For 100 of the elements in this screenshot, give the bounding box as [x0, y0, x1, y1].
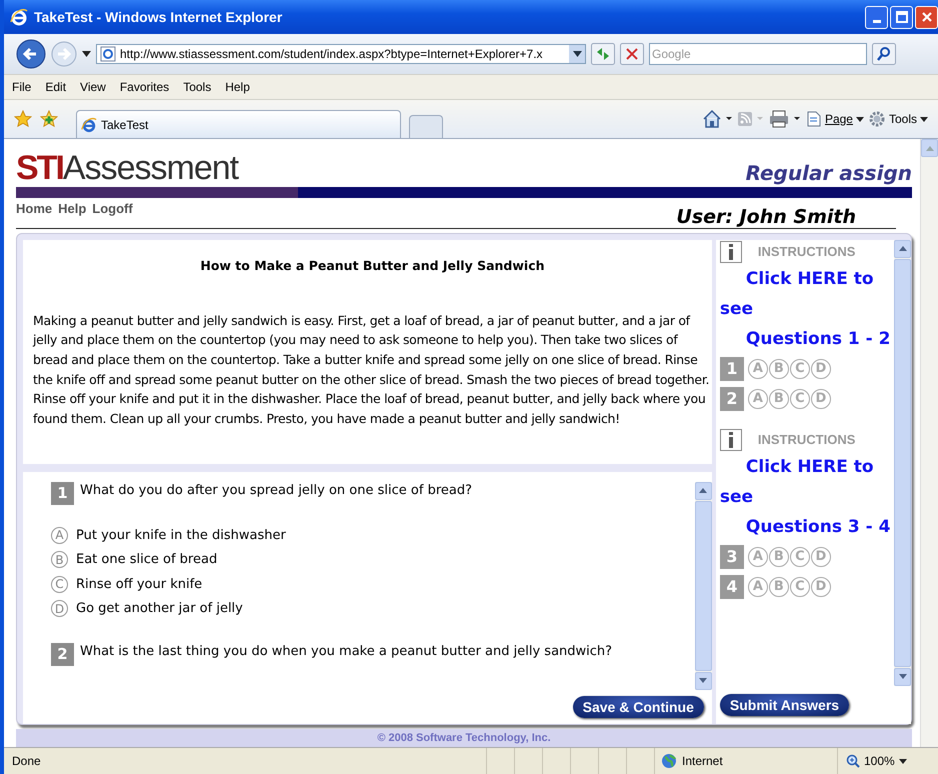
- nav-link[interactable]: Logoff: [92, 200, 133, 216]
- answer-bubble[interactable]: D: [810, 388, 831, 409]
- logo: STIAssessment: [16, 150, 238, 185]
- search-field[interactable]: Google: [649, 43, 867, 65]
- answer-bubble[interactable]: C: [790, 576, 810, 597]
- scroll-down-icon[interactable]: [699, 678, 708, 684]
- maximize-button[interactable]: [890, 6, 913, 28]
- answer-bubble[interactable]: B: [768, 546, 789, 567]
- question-number[interactable]: 2: [720, 386, 744, 411]
- answer-bubble[interactable]: A: [51, 526, 68, 544]
- questions-link[interactable]: Click HERE to see: [720, 264, 894, 324]
- zone-text: Internet: [682, 754, 723, 768]
- menu-item[interactable]: Favorites: [120, 80, 170, 94]
- answer-bubble[interactable]: D: [810, 576, 831, 597]
- answer-bubble[interactable]: B: [768, 358, 789, 379]
- close-icon: [920, 11, 932, 23]
- status-text: Done: [12, 754, 42, 768]
- browser-logo-icon: [10, 8, 28, 26]
- passage-title: How to Make a Peanut Butter and Jelly Sandwich: [199, 258, 546, 273]
- questions-link[interactable]: Questions 1 - 2: [720, 324, 894, 354]
- gear-icon: [868, 110, 886, 128]
- star-icon[interactable]: [14, 110, 32, 128]
- question-number: 1: [51, 482, 74, 505]
- answer-bubble[interactable]: A: [748, 358, 768, 379]
- answer-bubble[interactable]: C: [790, 358, 810, 379]
- search-button[interactable]: [872, 43, 896, 65]
- save-continue-button[interactable]: Save & Continue: [572, 696, 704, 718]
- answer-bubble[interactable]: B: [51, 551, 68, 568]
- answer-bubble[interactable]: B: [768, 388, 789, 409]
- nav-link[interactable]: Home: [16, 200, 52, 216]
- stop-button[interactable]: [620, 43, 644, 65]
- maximize-icon: [896, 11, 908, 23]
- nav-link[interactable]: Help: [58, 200, 86, 216]
- assignment-title: Regular assign: [746, 160, 912, 185]
- close-button[interactable]: [915, 6, 938, 28]
- scroll-down-icon[interactable]: [898, 674, 906, 680]
- answer-bubble[interactable]: D: [51, 600, 68, 618]
- home-icon[interactable]: [702, 109, 732, 129]
- dropdown-icon[interactable]: [82, 51, 91, 57]
- page-menu-button[interactable]: Page: [806, 111, 864, 127]
- page-icon: [100, 46, 116, 62]
- question-number[interactable]: 1: [720, 356, 744, 381]
- answer-bubble[interactable]: A: [748, 388, 768, 409]
- caret-icon: [572, 51, 582, 57]
- globe-icon: [661, 753, 677, 769]
- question-number[interactable]: 4: [720, 574, 744, 599]
- answer-bubble[interactable]: D: [810, 546, 831, 567]
- scroll-up-icon[interactable]: [898, 246, 906, 252]
- answer-bubble[interactable]: A: [748, 576, 768, 597]
- caret-icon: [856, 116, 864, 122]
- scrollbar[interactable]: [920, 139, 938, 747]
- submit-answers-button[interactable]: Submit Answers: [720, 694, 850, 716]
- scroll-up-icon[interactable]: [699, 488, 708, 494]
- answer-bubble[interactable]: C: [51, 576, 68, 593]
- scrollbar[interactable]: [894, 240, 911, 686]
- answer-bubble[interactable]: C: [790, 546, 810, 567]
- menu-item[interactable]: Tools: [183, 80, 212, 94]
- caret-icon: [898, 758, 907, 764]
- window-title: TakeTest - Windows Internet Explorer: [34, 9, 282, 25]
- add-favorite-icon[interactable]: [40, 110, 58, 128]
- page-icon: [806, 111, 822, 127]
- answer-text: Eat one slice of bread: [76, 552, 218, 568]
- passage-text: Making a peanut butter and jelly sandwich is easy. First, get a loaf of bread, a jar of peanut butter, and a jar of jelly and place them on the countertop (you may need to ask someone to help you). Then take two slices of bread and place them on the countertop. Take a butter knife and spread some jelly on one slice of bread. Rinse the knife off and spread some peanut butter on the other slice of bread. Smash the two pieces of bread together. Rinse off your knife and put it in the dishwasher. Place the loaf of bread, peanut butter, and jelly back where you found them. Clean up all your crumbs. Presto, you have made a peanut butter and jelly sandwich!: [33, 312, 710, 428]
- browser-logo-icon: [81, 116, 97, 132]
- caret-icon: [920, 116, 928, 122]
- question-number[interactable]: 3: [720, 544, 744, 569]
- answer-text: Go get another jar of jelly: [76, 601, 243, 616]
- zoom-button[interactable]: 100%: [837, 748, 938, 774]
- copyright-text: © 2008 Software Technology, Inc.: [377, 732, 551, 744]
- browser-tab[interactable]: TakeTest: [76, 110, 401, 138]
- answer-bubble[interactable]: B: [768, 576, 789, 597]
- menu-item[interactable]: Edit: [45, 80, 66, 94]
- question-text: What is the last thing you do when you make a peanut butter and jelly sandwich?: [80, 642, 612, 659]
- questions-link[interactable]: Click HERE to see: [720, 452, 894, 512]
- answer-text: Put your knife in the dishwasher: [76, 528, 286, 543]
- scrollbar[interactable]: [694, 482, 712, 690]
- printer-icon[interactable]: [768, 109, 802, 129]
- menu-item[interactable]: File: [12, 80, 32, 94]
- answer-bubble[interactable]: A: [748, 546, 768, 567]
- tools-menu-button[interactable]: Tools: [868, 110, 928, 128]
- answer-bubble[interactable]: C: [790, 388, 810, 409]
- minimize-button[interactable]: [865, 6, 888, 28]
- back-button[interactable]: [16, 39, 46, 69]
- instructions-heading: INSTRUCTIONS: [758, 432, 856, 448]
- question-text: What do you do after you spread jelly on one slice of bread?: [80, 482, 472, 498]
- questions-link[interactable]: Questions 3 - 4: [720, 512, 894, 542]
- minimize-icon: [872, 20, 880, 22]
- answer-text: Rinse off your knife: [76, 576, 202, 592]
- instructions-heading: INSTRUCTIONS: [758, 244, 856, 260]
- menu-item[interactable]: View: [80, 80, 106, 94]
- refresh-button[interactable]: [591, 43, 615, 65]
- info-icon[interactable]: [720, 428, 742, 451]
- dropdown-button[interactable]: [569, 45, 585, 63]
- user-name: User: John Smith: [676, 204, 857, 228]
- zoom-icon: [846, 754, 860, 768]
- info-icon[interactable]: [720, 240, 742, 263]
- answer-bubble[interactable]: D: [810, 358, 831, 379]
- address-field[interactable]: http://www.stiassessment.com/student/index.aspx?btype=Internet+Explorer+7.x: [96, 44, 586, 64]
- question-number: 2: [51, 642, 74, 666]
- menu-item[interactable]: Help: [225, 80, 250, 94]
